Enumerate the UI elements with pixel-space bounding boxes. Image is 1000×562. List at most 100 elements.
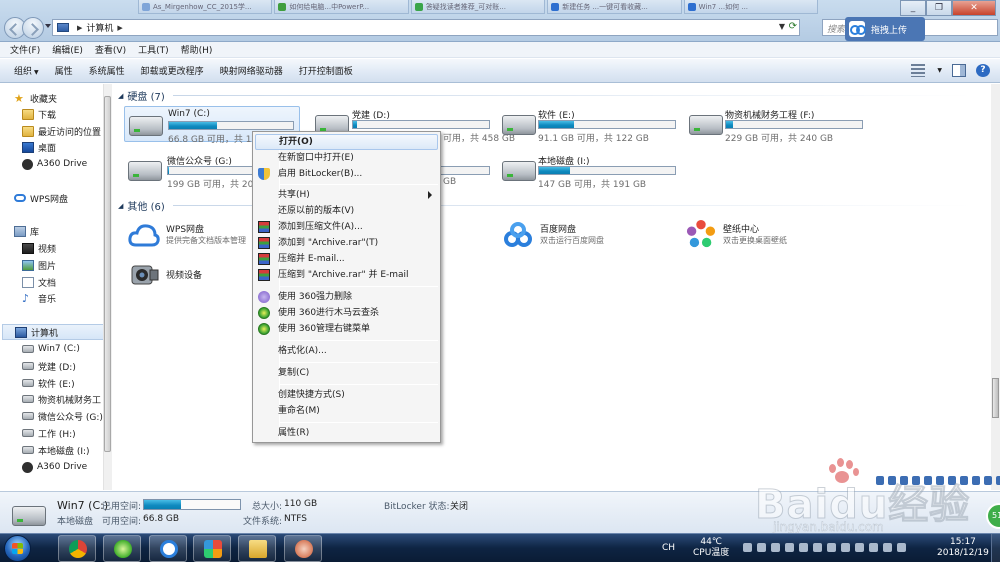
nav-libraries[interactable]: 库	[14, 223, 39, 239]
toolbar-icon[interactable]	[996, 476, 1000, 485]
menu-item-compress-rar-email[interactable]: 压缩到 "Archive.rar" 并 E-mail	[255, 267, 438, 283]
menu-item-bitlocker[interactable]: 启用 BitLocker(B)...	[255, 166, 438, 182]
browser-tab[interactable]: 新建任务 ...一键可看收藏...	[547, 0, 682, 14]
nav-drive[interactable]: 党建 (D:)	[22, 358, 76, 374]
menu-item-add-rar[interactable]: 添加到 "Archive.rar"(T)	[255, 235, 438, 251]
nav-drive[interactable]: 软件 (E:)	[22, 375, 75, 391]
recent-pages-dropdown-icon[interactable]	[45, 24, 51, 28]
nav-recent-places[interactable]: 最近访问的位置	[22, 123, 101, 139]
toolbar-icon[interactable]	[924, 476, 932, 485]
collapse-icon[interactable]: ◢	[118, 92, 123, 100]
nav-drive[interactable]: 物资机械财务工	[22, 391, 101, 407]
nav-desktop[interactable]: 桌面	[22, 139, 56, 155]
menu-item-360-manage-menu[interactable]: 使用 360管理右键菜单	[255, 321, 438, 337]
taskbar-baidu-netdisk[interactable]	[149, 535, 187, 562]
tray-icon[interactable]	[883, 543, 892, 552]
nav-drive[interactable]: 工作 (H:)	[22, 425, 76, 441]
organize-button[interactable]: 组织 ▼	[6, 64, 47, 77]
nav-wps-cloud[interactable]: WPS网盘	[14, 190, 68, 206]
change-view-icon[interactable]	[911, 64, 926, 77]
chevron-down-icon[interactable]: ▼	[937, 67, 942, 74]
nav-a360-drive[interactable]: A360 Drive	[22, 459, 87, 475]
menu-item-360-trojan-scan[interactable]: 使用 360进行木马云查杀	[255, 305, 438, 321]
browser-tab[interactable]: 答疑找读者推荐_可对账...	[410, 0, 546, 14]
refresh-icon[interactable]: ⟳	[789, 21, 797, 32]
preview-pane-icon[interactable]	[952, 64, 966, 77]
forward-button[interactable]	[22, 17, 44, 39]
menu-item-share[interactable]: 共享(H)	[255, 187, 438, 203]
nav-music[interactable]: ♪ 音乐	[22, 290, 56, 306]
toolbar-icon[interactable]	[984, 476, 992, 485]
tray-icon[interactable]	[743, 543, 752, 552]
group-others[interactable]: ◢ 其他 (6)	[118, 198, 165, 214]
taskbar-image-viewer[interactable]	[284, 535, 322, 562]
system-properties-button[interactable]: 系统属性	[81, 64, 133, 77]
show-desktop-button[interactable]	[991, 534, 1000, 562]
nav-pictures[interactable]: 图片	[22, 257, 56, 273]
toolbar-icon[interactable]	[936, 476, 944, 485]
open-control-panel-button[interactable]: 打开控制面板	[291, 64, 361, 77]
browser-tab[interactable]: As_Mirgenhow_CC_2015学...	[138, 0, 273, 14]
nav-drive[interactable]: 本地磁盘 (I:)	[22, 442, 90, 458]
toolbar-icon[interactable]	[948, 476, 956, 485]
nav-scrollbar-thumb[interactable]	[104, 96, 111, 452]
nav-documents[interactable]: 文档	[22, 274, 56, 290]
menu-edit[interactable]: 编辑(E)	[46, 43, 89, 56]
browser-tab[interactable]: 如何给电脑...中PowerP...	[274, 0, 409, 14]
nav-a360-drive-fav[interactable]: A360 Drive	[22, 156, 87, 172]
toolbar-icon[interactable]	[960, 476, 968, 485]
breadcrumb-arrow-icon[interactable]: ▶	[77, 24, 82, 32]
menu-item-open[interactable]: 打开(O)	[255, 134, 438, 150]
breadcrumb-arrow-icon[interactable]: ▶	[117, 24, 122, 32]
menu-item-360-force-delete[interactable]: 使用 360强力删除	[255, 289, 438, 305]
breadcrumb-computer[interactable]: 计算机	[86, 21, 113, 34]
toolbar-icon[interactable]	[888, 476, 896, 485]
menu-item-rename[interactable]: 重命名(M)	[255, 403, 438, 419]
drive-tile[interactable]: 本地磁盘 (I:) 147 GB 可用，共 191 GB	[498, 152, 676, 190]
drive-tile[interactable]: 软件 (E:) 91.1 GB 可用，共 122 GB	[498, 106, 676, 144]
ime-indicator[interactable]: CH	[662, 543, 675, 553]
nav-drive[interactable]: Win7 (C:)	[22, 341, 80, 357]
taskbar-360-browser[interactable]	[103, 535, 141, 562]
menu-view[interactable]: 查看(V)	[89, 43, 132, 56]
minimize-button[interactable]: _	[900, 0, 926, 16]
group-hard-disks[interactable]: ◢ 硬盘 (7)	[118, 88, 165, 104]
menu-item-format[interactable]: 格式化(A)...	[255, 343, 438, 359]
collapse-icon[interactable]: ◢	[118, 202, 123, 210]
content-scrollbar[interactable]	[991, 84, 1000, 490]
tray-icon[interactable]	[897, 543, 906, 552]
nav-drive[interactable]: 微信公众号 (G:)	[22, 408, 103, 424]
menu-help[interactable]: 帮助(H)	[175, 43, 219, 56]
help-icon[interactable]: ?	[976, 64, 990, 77]
baidu-upload-widget[interactable]: 拖拽上传	[845, 17, 925, 41]
content-scrollbar-thumb[interactable]	[992, 378, 999, 418]
map-network-drive-button[interactable]: 映射网络驱动器	[212, 64, 291, 77]
drive-tile[interactable]: 物资机械财务工程 (F:) 229 GB 可用，共 240 GB	[685, 106, 863, 144]
tray-icon[interactable]	[813, 543, 822, 552]
wallpaper-center-item[interactable]: 壁纸中心 双击更换桌面壁纸	[685, 218, 865, 250]
browser-tab[interactable]: Win7 ...如何 ...	[683, 0, 819, 14]
clock[interactable]: 15:17 2018/12/19	[937, 537, 989, 559]
menu-item-restore-versions[interactable]: 还原以前的版本(V)	[255, 203, 438, 219]
taskbar-explorer[interactable]	[238, 535, 276, 562]
nav-downloads[interactable]: 下载	[22, 106, 56, 122]
menu-file[interactable]: 文件(F)	[4, 43, 46, 56]
tray-icon[interactable]	[799, 543, 808, 552]
nav-videos[interactable]: 视频	[22, 240, 56, 256]
nav-favorites[interactable]: ★ 收藏夹	[14, 90, 57, 106]
start-button[interactable]	[4, 535, 31, 562]
baidu-netdisk-item[interactable]: 百度网盘 双击运行百度网盘	[502, 220, 682, 252]
bluetooth-icon[interactable]	[855, 543, 864, 552]
address-bar[interactable]: ▶ 计算机 ▶ ▼ ⟳	[52, 19, 800, 36]
maximize-button[interactable]: ❐	[926, 0, 952, 16]
menu-item-add-archive[interactable]: 添加到压缩文件(A)...	[255, 219, 438, 235]
tray-icon[interactable]	[827, 543, 836, 552]
menu-tools[interactable]: 工具(T)	[132, 43, 175, 56]
tray-icon[interactable]	[869, 543, 878, 552]
menu-item-properties[interactable]: 属性(R)	[255, 425, 438, 441]
cpu-temp-widget[interactable]: 44℃ CPU温度	[693, 537, 729, 559]
menu-item-create-shortcut[interactable]: 创建快捷方式(S)	[255, 387, 438, 403]
close-button[interactable]: ✕	[952, 0, 996, 16]
toolbar-icon[interactable]	[900, 476, 908, 485]
toolbar-icon[interactable]	[972, 476, 980, 485]
